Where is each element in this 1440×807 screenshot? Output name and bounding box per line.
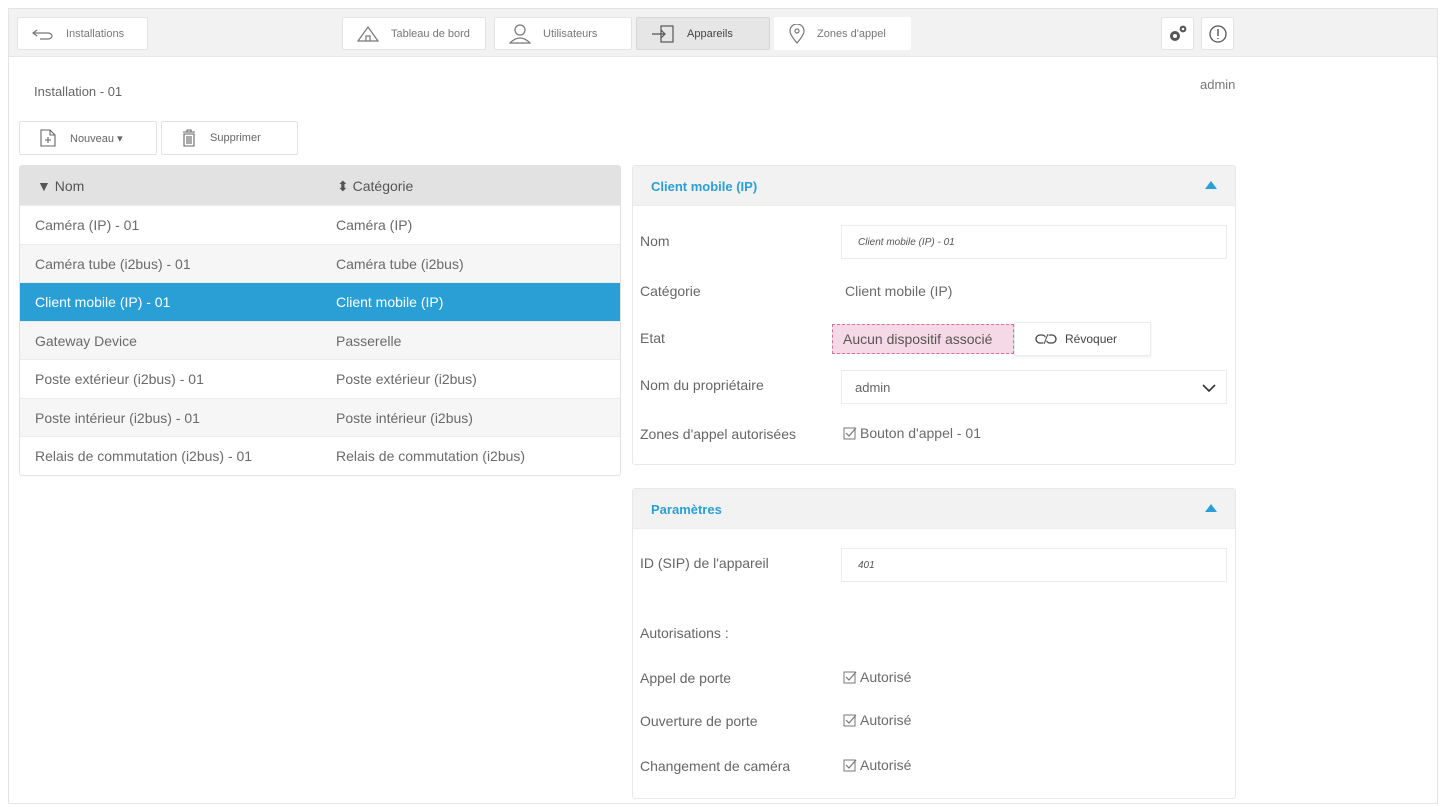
settings-button[interactable] [1161,17,1194,50]
delete-label: Supprimer [210,132,261,144]
cell-name: Gateway Device [35,332,137,349]
table-row-selected[interactable]: Client mobile (IP) - 01 Client mobile (I… [20,282,620,321]
state-label: Etat [640,330,665,346]
owner-label: Nom du propriétaire [640,377,764,393]
device-name-value: Client mobile (IP) - 01 [858,236,955,248]
collapse-caret-icon[interactable] [1205,181,1217,189]
parameters-panel-header[interactable]: Paramètres [633,489,1235,529]
tab-devices-label: Appareils [687,27,733,40]
new-label: Nouveau ▾ [70,132,123,145]
cell-category: Passerelle [336,332,402,349]
cell-name: Relais de commutation (i2bus) - 01 [35,448,253,464]
revoke-label: Révoquer [1065,332,1118,346]
table-row[interactable]: Poste intérieur (i2bus) - 01 Poste intér… [20,397,620,436]
checkbox-checked-icon [843,426,857,440]
cell-name: Caméra (IP) - 01 [35,217,140,233]
column-header-name[interactable]: ▼ Nom [37,178,84,194]
gears-icon [1168,25,1188,43]
sip-id-value: 401 [858,559,875,571]
state-value: Aucun dispositif associé [843,331,993,347]
call-zones-label: Zones d'appel autorisées [640,426,796,442]
info-icon [1208,24,1227,43]
category-label: Catégorie [640,283,701,299]
cell-name: Poste intérieur (i2bus) - 01 [35,409,200,426]
parameters-panel: Paramètres ID (SIP) de l'appareil 401 Au… [632,488,1236,799]
collapse-caret-icon[interactable] [1205,504,1217,512]
devices-table: ▼ Nom ⬍ Catégorie Caméra (IP) - 01 Camér… [19,165,621,476]
owner-value: admin [855,379,891,395]
table-row[interactable]: Caméra tube (i2bus) - 01 Caméra tube (i2… [20,243,620,282]
door-open-checkbox[interactable]: Autorisé [843,712,911,728]
name-label: Nom [640,233,670,249]
location-pin-icon [789,23,805,44]
owner-select[interactable]: admin [841,370,1227,404]
cell-name: Poste extérieur (i2bus) - 01 [35,371,204,387]
delete-button[interactable]: Supprimer [161,121,298,155]
permission-value: Autorisé [860,669,912,685]
permission-value: Autorisé [860,757,912,773]
tab-dashboard-label: Tableau de bord [391,27,470,40]
permission-value: Autorisé [860,712,912,728]
cell-category: Caméra tube (i2bus) [336,255,464,272]
device-details-panel: Client mobile (IP) Nom Client mobile (IP… [632,165,1236,465]
tab-call-zones-label: Zones d'appel [817,27,886,40]
cell-category: Caméra (IP) [336,217,413,233]
revoke-button[interactable]: Révoquer [1014,322,1151,356]
permission-label: Appel de porte [640,670,732,686]
call-zone-value: Bouton d'appel - 01 [860,425,981,441]
table-row[interactable]: Caméra (IP) - 01 Caméra (IP) [20,205,620,244]
authorizations-label: Autorisations : [640,625,729,641]
add-file-icon [40,129,56,147]
back-arrow-icon [32,28,54,40]
checkbox-checked-icon [843,713,857,727]
cell-name: Client mobile (IP) - 01 [35,294,171,310]
top-navigation-bar: Installations Tableau de bord Utilisateu… [9,9,1437,57]
back-to-installations-button[interactable]: Installations [17,17,148,50]
cell-category: Relais de commutation (i2bus) [336,448,526,464]
tab-call-zones[interactable]: Zones d'appel [774,17,911,50]
permission-label: Ouverture de porte [640,713,758,729]
table-row[interactable]: Relais de commutation (i2bus) - 01 Relai… [20,436,620,475]
cell-category: Poste extérieur (i2bus) [336,371,477,387]
tab-users-label: Utilisateurs [543,27,598,40]
back-label: Installations [66,27,125,40]
cell-category: Poste intérieur (i2bus) [336,409,473,426]
table-row[interactable]: Gateway Device Passerelle [20,320,620,359]
device-name-input[interactable]: Client mobile (IP) - 01 [841,225,1227,259]
sip-id-input[interactable]: 401 [841,548,1227,582]
sip-id-label: ID (SIP) de l'appareil [640,555,769,571]
tab-users[interactable]: Utilisateurs [494,17,632,50]
cell-category: Client mobile (IP) [336,294,444,310]
parameters-panel-title: Paramètres [651,502,722,517]
chevron-down-icon [1202,381,1216,396]
device-panel-title: Client mobile (IP) [651,179,758,194]
checkbox-checked-icon [843,670,857,684]
home-icon [357,25,379,43]
permission-label: Changement de caméra [640,758,791,774]
tab-devices[interactable]: Appareils [636,17,770,50]
column-header-category[interactable]: ⬍ Catégorie [337,178,413,195]
info-button[interactable] [1201,17,1234,50]
category-value: Client mobile (IP) [845,283,953,299]
camera-change-checkbox[interactable]: Autorisé [843,757,911,773]
user-icon [509,23,531,44]
door-call-checkbox[interactable]: Autorisé [843,669,911,685]
breadcrumb: Installation - 01 [34,84,123,99]
table-header: ▼ Nom ⬍ Catégorie [20,166,620,205]
tab-dashboard[interactable]: Tableau de bord [342,17,486,50]
cell-name: Caméra tube (i2bus) - 01 [35,255,191,272]
state-status-badge: Aucun dispositif associé [832,324,1014,354]
table-row[interactable]: Poste extérieur (i2bus) - 01 Poste extér… [20,359,620,398]
unlink-icon [1035,333,1057,345]
devices-icon [651,24,675,43]
trash-icon [182,129,196,147]
call-zone-checkbox[interactable]: Bouton d'appel - 01 [843,425,981,441]
checkbox-checked-icon [843,758,857,772]
device-panel-header[interactable]: Client mobile (IP) [633,166,1235,206]
current-user: admin [1200,77,1236,92]
new-button[interactable]: Nouveau ▾ [19,121,157,155]
